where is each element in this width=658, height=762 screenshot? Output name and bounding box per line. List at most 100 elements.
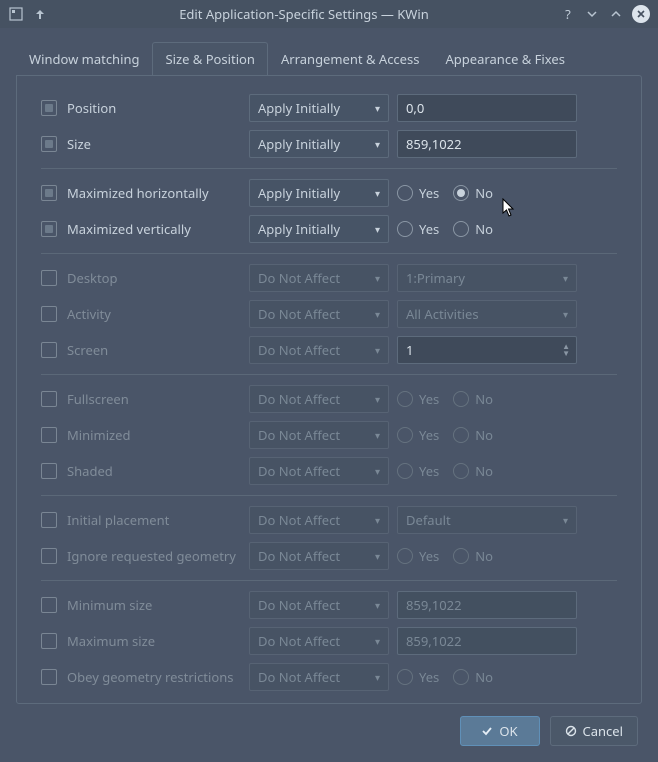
separator	[41, 168, 617, 169]
settings-panel: Position Apply Initially ▾ 0,0 Size Appl…	[16, 75, 642, 704]
minsize-label: Minimum size	[67, 596, 152, 614]
desktop-checkbox[interactable]: Desktop	[41, 269, 241, 287]
tab-size-position[interactable]: Size & Position	[152, 42, 267, 75]
maxsize-checkbox[interactable]: Maximum size	[41, 632, 241, 650]
desktop-rule-select: Do Not Affect ▾	[249, 264, 389, 292]
chevron-down-icon: ▾	[375, 392, 380, 406]
activity-checkbox[interactable]: Activity	[41, 305, 241, 323]
ok-button[interactable]: OK	[460, 716, 540, 746]
size-checkbox[interactable]: Size	[41, 135, 241, 153]
checkbox-icon	[41, 633, 57, 649]
maxh-rule-select[interactable]: Apply Initially ▾	[249, 179, 389, 207]
activity-label: Activity	[67, 305, 111, 323]
maxsize-rule-select: Do Not Affect ▾	[249, 627, 389, 655]
shaded-radios: Yes No	[397, 462, 577, 480]
cancel-button[interactable]: Cancel	[550, 716, 638, 746]
tab-bar: Window matching Size & Position Arrangem…	[16, 42, 642, 75]
position-checkbox[interactable]: Position	[41, 99, 241, 117]
fullscreen-label: Fullscreen	[67, 390, 129, 408]
checkbox-icon	[41, 669, 57, 685]
ignoregeo-checkbox[interactable]: Ignore requested geometry	[41, 547, 241, 565]
maxv-rule-select[interactable]: Apply Initially ▾	[249, 215, 389, 243]
chevron-down-icon: ▾	[563, 307, 568, 321]
checkbox-icon	[41, 306, 57, 322]
chevron-down-icon: ▾	[563, 513, 568, 527]
obey-radios: Yes No	[397, 668, 577, 686]
maxh-no-radio[interactable]: No	[453, 184, 493, 202]
desktop-label: Desktop	[67, 269, 118, 287]
window-title: Edit Application-Specific Settings — KWi…	[56, 5, 552, 23]
radio-icon	[397, 463, 413, 479]
chevron-down-icon: ▾	[375, 343, 380, 357]
tab-appearance-fixes[interactable]: Appearance & Fixes	[432, 42, 577, 75]
fullscreen-rule-select: Do Not Affect ▾	[249, 385, 389, 413]
app-menu-icon[interactable]	[8, 6, 24, 22]
minimized-yes-radio: Yes	[397, 426, 439, 444]
maxh-label: Maximized horizontally	[67, 184, 209, 202]
minimized-radios: Yes No	[397, 426, 577, 444]
shaded-no-radio: No	[453, 462, 493, 480]
checkbox-icon	[41, 548, 57, 564]
screen-checkbox[interactable]: Screen	[41, 341, 241, 359]
minsize-checkbox[interactable]: Minimum size	[41, 596, 241, 614]
maxsize-label: Maximum size	[67, 632, 155, 650]
screen-rule-select: Do Not Affect ▾	[249, 336, 389, 364]
size-input[interactable]: 859,1022	[397, 130, 577, 158]
fullscreen-checkbox[interactable]: Fullscreen	[41, 390, 241, 408]
fullscreen-no-radio: No	[453, 390, 493, 408]
separator	[41, 580, 617, 581]
pin-icon[interactable]	[32, 6, 48, 22]
maxh-yes-radio[interactable]: Yes	[397, 184, 439, 202]
maximize-icon[interactable]	[608, 6, 624, 22]
checkbox-icon	[41, 342, 57, 358]
minimize-icon[interactable]	[584, 6, 600, 22]
checkbox-icon	[41, 221, 57, 237]
chevron-down-icon: ▾	[375, 271, 380, 285]
minimized-no-radio: No	[453, 426, 493, 444]
size-label: Size	[67, 135, 91, 153]
checkbox-icon	[41, 270, 57, 286]
radio-icon	[453, 185, 469, 201]
radio-icon	[397, 669, 413, 685]
minsize-input: 859,1022	[397, 591, 577, 619]
radio-icon	[453, 221, 469, 237]
maxh-checkbox[interactable]: Maximized horizontally	[41, 184, 241, 202]
checkbox-icon	[41, 427, 57, 443]
close-icon[interactable]	[632, 5, 650, 23]
fullscreen-yes-radio: Yes	[397, 390, 439, 408]
chevron-down-icon: ▾	[375, 598, 380, 612]
maxv-no-radio[interactable]: No	[453, 220, 493, 238]
chevron-down-icon: ▾	[375, 137, 380, 151]
chevron-down-icon: ▾	[375, 428, 380, 442]
titlebar: Edit Application-Specific Settings — KWi…	[0, 0, 658, 28]
tab-arrangement-access[interactable]: Arrangement & Access	[268, 42, 433, 75]
chevron-down-icon: ▾	[375, 307, 380, 321]
ignoregeo-no-radio: No	[453, 547, 493, 565]
radio-icon	[453, 669, 469, 685]
position-label: Position	[67, 99, 116, 117]
screen-label: Screen	[67, 341, 108, 359]
minimized-label: Minimized	[67, 426, 130, 444]
position-rule-select[interactable]: Apply Initially ▾	[249, 94, 389, 122]
maxv-label: Maximized vertically	[67, 220, 191, 238]
ignoregeo-rule-select: Do Not Affect ▾	[249, 542, 389, 570]
obey-checkbox[interactable]: Obey geometry restrictions	[41, 668, 241, 686]
size-rule-select[interactable]: Apply Initially ▾	[249, 130, 389, 158]
tab-window-matching[interactable]: Window matching	[16, 42, 152, 75]
checkbox-icon	[41, 463, 57, 479]
activity-rule-select: Do Not Affect ▾	[249, 300, 389, 328]
checkbox-icon	[41, 391, 57, 407]
maxv-yes-radio[interactable]: Yes	[397, 220, 439, 238]
obey-no-radio: No	[453, 668, 493, 686]
shaded-checkbox[interactable]: Shaded	[41, 462, 241, 480]
chevron-down-icon: ▾	[375, 513, 380, 527]
maxv-checkbox[interactable]: Maximized vertically	[41, 220, 241, 238]
position-input[interactable]: 0,0	[397, 94, 577, 122]
obey-label: Obey geometry restrictions	[67, 668, 233, 686]
screen-spinbox: 1 ▲▼	[397, 336, 577, 364]
minimized-checkbox[interactable]: Minimized	[41, 426, 241, 444]
shaded-rule-select: Do Not Affect ▾	[249, 457, 389, 485]
placement-checkbox[interactable]: Initial placement	[41, 511, 241, 529]
help-icon[interactable]: ?	[560, 6, 576, 22]
fullscreen-radios: Yes No	[397, 390, 577, 408]
